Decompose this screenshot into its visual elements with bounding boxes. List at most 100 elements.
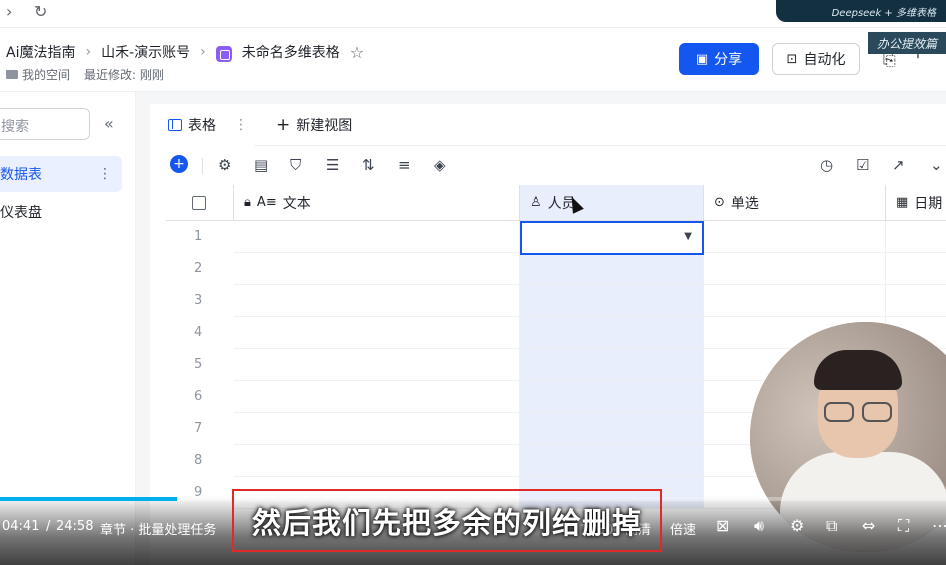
table-cell[interactable] — [704, 253, 886, 285]
time-total: 24:58 — [56, 519, 94, 534]
chevron-right-icon: › — [200, 44, 206, 60]
row-number: 4 — [194, 325, 203, 340]
row-number: 1 — [194, 229, 203, 244]
table-cell[interactable] — [886, 221, 946, 253]
field-config-icon[interactable]: ▤ — [254, 156, 268, 174]
table-cell[interactable] — [520, 317, 704, 349]
collapse-sidebar-icon[interactable]: « — [104, 114, 114, 133]
volume-icon[interactable]: 🔊︎ — [754, 516, 764, 536]
new-view-button[interactable]: + 新建视图 — [276, 104, 352, 146]
grid-view-icon — [168, 119, 182, 131]
promo-tag: 办公提效篇 — [868, 32, 946, 54]
table-cell[interactable] — [520, 445, 704, 477]
history-icon[interactable]: ◷ — [820, 156, 833, 174]
chevron-right-icon[interactable]: › — [6, 2, 12, 21]
table-cell[interactable] — [234, 349, 520, 381]
row-number: 3 — [194, 293, 203, 308]
sidebar-item-dashboard[interactable]: 仪表盘 — [0, 194, 122, 230]
table-cell[interactable] — [234, 413, 520, 445]
table-cell[interactable] — [520, 253, 704, 285]
automation-label: 自动化 — [803, 52, 846, 68]
row-number: 8 — [194, 453, 203, 468]
table-cell[interactable] — [234, 317, 520, 349]
fill-color-icon[interactable]: ◈ — [434, 156, 446, 174]
speed-button[interactable]: 倍速 — [670, 519, 696, 538]
filter-icon[interactable]: ⛉ — [290, 156, 301, 174]
share-label: 分享 — [714, 52, 743, 68]
table-cell[interactable] — [234, 285, 520, 317]
settings-icon[interactable]: ⚙ — [790, 516, 804, 535]
group-icon[interactable]: ☰ — [326, 156, 339, 174]
time-current: 04:41 — [2, 519, 40, 534]
folder-icon — [6, 70, 18, 79]
sort-icon[interactable]: ⇅ — [362, 156, 375, 174]
person-icon: ♙ — [530, 195, 542, 210]
table-cell[interactable] — [704, 285, 886, 317]
table-cell[interactable] — [886, 253, 946, 285]
share-button[interactable]: ▣ 分享 — [679, 43, 759, 75]
table-cell[interactable] — [234, 253, 520, 285]
active-cell-editor[interactable]: ▼ — [520, 221, 704, 255]
breadcrumb-item[interactable]: 山禾-演示账号 — [101, 42, 190, 62]
doc-title[interactable]: 未命名多维表格 — [242, 42, 340, 62]
more-icon[interactable]: ⋮ — [98, 166, 112, 182]
column-label: 单选 — [730, 195, 759, 212]
widescreen-icon[interactable]: ⇔ — [862, 516, 875, 535]
column-header-text[interactable]: 🔒︎ A≡ 文本 — [234, 185, 520, 221]
tab-grid-view[interactable]: 表格 ⋮ — [150, 104, 254, 146]
form-icon[interactable]: ☑ — [856, 156, 869, 174]
danmaku-toggle-icon[interactable]: ⊠ — [716, 516, 729, 535]
robot-icon: ⊡ — [786, 51, 798, 67]
tab-label: 表格 — [188, 118, 216, 134]
table-cell[interactable] — [234, 445, 520, 477]
more-options-icon[interactable]: ⌄ — [930, 156, 943, 174]
fullscreen-icon[interactable]: ⛶ — [898, 516, 909, 536]
column-label: 文本 — [282, 195, 311, 212]
column-label: 日期 — [914, 195, 943, 212]
toolbar-divider — [202, 158, 203, 174]
star-icon[interactable]: ☆ — [350, 43, 364, 62]
lock-icon: 🔒︎ — [244, 195, 251, 210]
sidebar-item-label: 仪表盘 — [0, 205, 42, 221]
table-row[interactable]: 2 — [166, 253, 946, 285]
text-field-icon: A≡ — [256, 195, 277, 210]
table-row[interactable]: 3 — [166, 285, 946, 317]
row-height-icon[interactable]: ≡ — [398, 156, 411, 174]
table-cell[interactable] — [520, 381, 704, 413]
chapter-button[interactable]: 章节 · 批量处理任务 — [100, 519, 216, 538]
column-header-date[interactable]: ▦ 日期 — [886, 185, 946, 221]
share-view-icon[interactable]: ↗ — [892, 156, 905, 174]
video-progress-fill — [0, 497, 177, 501]
breadcrumb: Ai魔法指南 › 山禾-演示账号 › 未命名多维表格 ☆ — [6, 42, 364, 62]
select-all-checkbox[interactable] — [192, 195, 206, 210]
table-cell[interactable] — [234, 381, 520, 413]
doc-header: Ai魔法指南 › 山禾-演示账号 › 未命名多维表格 ☆ 我的空间 最近修改: … — [0, 28, 946, 92]
doc-meta: 我的空间 最近修改: 刚刚 — [6, 66, 164, 83]
more-icon[interactable]: ⋮ — [234, 117, 248, 133]
breadcrumb-item[interactable]: Ai魔法指南 — [6, 42, 75, 62]
automation-button[interactable]: ⊡ 自动化 — [772, 43, 860, 75]
table-cell[interactable] — [520, 413, 704, 445]
settings-icon[interactable]: ⚙ — [218, 156, 231, 174]
table-cell[interactable] — [234, 221, 520, 253]
table-cell[interactable] — [520, 349, 704, 381]
sidebar-item-datatable[interactable]: 数据表 ⋮ — [0, 156, 122, 192]
column-header-single-select[interactable]: ⊙ 单选 — [704, 185, 886, 221]
search-input[interactable]: 搜索 — [0, 108, 90, 140]
workspace-label: 我的空间 — [22, 68, 71, 82]
reload-icon[interactable]: ↻ — [34, 2, 47, 21]
row-number: 5 — [194, 357, 203, 372]
column-header-person[interactable]: ♙ 人员 — [520, 185, 704, 221]
add-record-icon[interactable]: + — [170, 155, 188, 173]
more-icon[interactable]: ⋯ — [932, 516, 946, 535]
row-number: 6 — [194, 389, 203, 404]
chevron-right-icon: › — [85, 44, 92, 60]
table-cell[interactable] — [886, 285, 946, 317]
pip-icon[interactable]: ⧉ — [826, 516, 837, 536]
table-cell[interactable] — [520, 285, 704, 317]
dropdown-caret-icon[interactable]: ▼ — [684, 231, 692, 242]
row-number: 2 — [194, 261, 203, 276]
table-cell[interactable] — [704, 221, 886, 253]
workspace-link[interactable]: 我的空间 — [6, 66, 70, 83]
presenter-glasses — [824, 402, 892, 422]
